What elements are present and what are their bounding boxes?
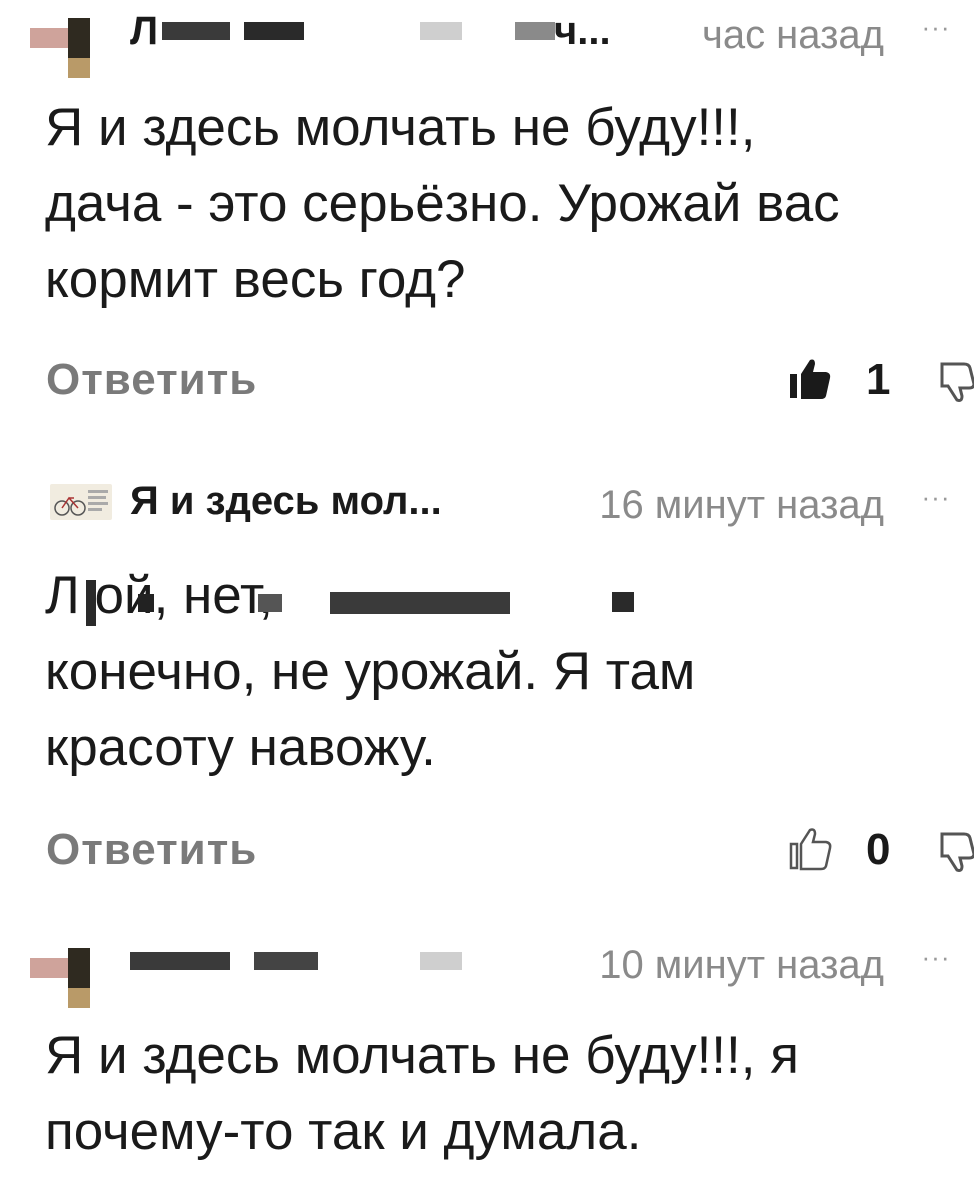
comment-line: Я и здесь молчать не буду!!!, я xyxy=(45,1026,799,1085)
redacted-text-block xyxy=(86,580,96,626)
reply-button[interactable]: Ответить xyxy=(46,350,257,410)
comment-text: Я и здесь молчать не буду!!!, дача - это… xyxy=(45,90,970,318)
redacted-name-block xyxy=(162,22,230,40)
more-dots-icon[interactable]: ··· xyxy=(914,482,958,512)
comment-actions: Ответить 1 xyxy=(0,350,974,410)
comment-header: Я и здесь мол... 16 минут назад ··· xyxy=(0,470,974,560)
comment-time: 10 минут назад xyxy=(599,943,884,987)
comment-line: дача - это серьёзно. Урожай вас xyxy=(45,174,840,233)
thumbs-up-filled-icon[interactable] xyxy=(788,356,834,402)
author-name-tail[interactable]: ч... xyxy=(554,6,611,56)
avatar[interactable] xyxy=(30,10,100,78)
redacted-name-block xyxy=(515,22,555,40)
comment-header: 10 минут назад ··· xyxy=(0,930,974,1020)
comment-line: красоту навожу. xyxy=(45,718,436,777)
author-name[interactable]: Я и здесь мол... xyxy=(130,476,442,526)
thumbs-up-outline-icon[interactable] xyxy=(788,826,834,872)
comment-line: почему-то так и думала. xyxy=(45,1102,642,1161)
comment-actions: Ответить 0 xyxy=(0,820,974,880)
comment-header: Л ч... час назад ··· xyxy=(0,0,974,90)
more-dots-icon[interactable]: ··· xyxy=(914,942,958,972)
comment-line: конечно, не урожай. Я там xyxy=(45,642,696,701)
author-name[interactable]: Л xyxy=(130,6,158,56)
comment-time: час назад xyxy=(701,13,884,57)
comment-time: 16 минут назад xyxy=(599,483,884,527)
more-dots-icon[interactable]: ··· xyxy=(914,12,958,42)
comment-1: Л ч... час назад ··· Я и здесь молчать н… xyxy=(0,0,974,420)
redacted-name-block xyxy=(130,952,230,970)
avatar[interactable] xyxy=(50,484,112,520)
redacted-text-block xyxy=(330,592,510,614)
comment-text: Я и здесь молчать не буду!!!, я почему-т… xyxy=(45,1018,970,1170)
redacted-name-block xyxy=(420,22,462,40)
thumbs-down-icon[interactable] xyxy=(936,358,974,404)
redacted-text-block xyxy=(258,594,282,612)
like-count: 1 xyxy=(866,355,891,404)
avatar[interactable] xyxy=(30,940,100,1008)
redacted-name-block xyxy=(254,952,318,970)
reply-button[interactable]: Ответить xyxy=(46,820,257,880)
redacted-text-block xyxy=(612,592,634,612)
thumbs-down-icon[interactable] xyxy=(936,828,974,874)
comment-line: кормит весь год? xyxy=(45,250,466,309)
comments-page: { "comments": [ { "author": "Л", "author… xyxy=(0,0,974,1198)
comment-2: Я и здесь мол... 16 минут назад ··· Л ой… xyxy=(0,470,974,910)
comment-3: 10 минут назад ··· Я и здесь молчать не … xyxy=(0,930,974,1198)
redacted-text-block xyxy=(138,594,154,612)
like-count: 0 xyxy=(866,825,891,874)
comment-line: Я и здесь молчать не буду!!!, xyxy=(45,98,756,157)
redacted-name-block xyxy=(244,22,304,40)
bicycle-icon xyxy=(54,490,108,516)
redacted-name-block xyxy=(420,952,462,970)
